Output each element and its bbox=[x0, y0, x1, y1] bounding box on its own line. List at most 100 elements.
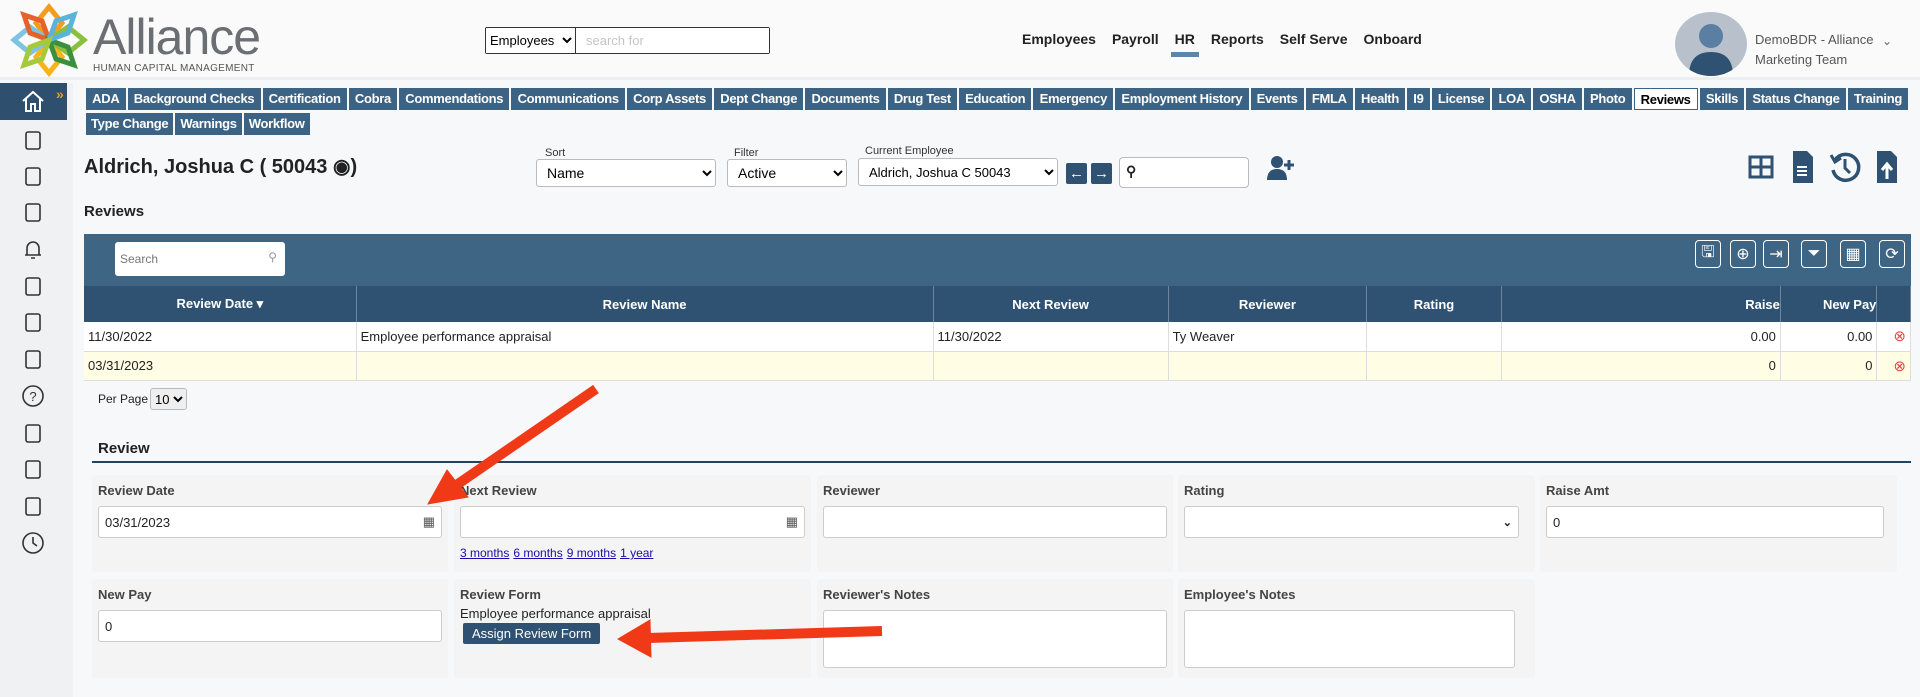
filter-button[interactable]: ⏷ bbox=[1801, 240, 1827, 268]
tab-documents[interactable]: Documents bbox=[805, 88, 886, 110]
employee-search-input[interactable]: ⚲ bbox=[1119, 157, 1249, 188]
nav-employees[interactable]: Employees bbox=[1022, 31, 1096, 53]
delete-row-icon[interactable]: ⊗ bbox=[1876, 351, 1911, 381]
reviewers-notes-textarea[interactable] bbox=[823, 610, 1167, 668]
history-icon[interactable] bbox=[1828, 150, 1862, 184]
headset-icon[interactable] bbox=[20, 420, 46, 446]
quick-link[interactable]: 1 year bbox=[620, 546, 653, 560]
expand-sidebar-icon[interactable]: » bbox=[56, 86, 64, 102]
save-button[interactable]: 🖫 bbox=[1695, 240, 1721, 268]
search-scope-select[interactable]: Employees bbox=[486, 28, 576, 53]
delete-row-icon[interactable]: ⊗ bbox=[1876, 322, 1911, 352]
clock-icon[interactable] bbox=[20, 530, 46, 556]
person-icon[interactable] bbox=[20, 456, 46, 482]
monitor-icon[interactable] bbox=[20, 493, 46, 519]
column-header[interactable]: Review Date ▾ bbox=[84, 286, 357, 322]
tab-employment-history[interactable]: Employment History bbox=[1115, 88, 1249, 110]
tab-i9[interactable]: I9 bbox=[1407, 88, 1430, 110]
refresh-button[interactable]: ⟳ bbox=[1879, 240, 1905, 268]
assign-review-form-button[interactable]: Assign Review Form bbox=[463, 623, 601, 644]
tab-education[interactable]: Education bbox=[959, 88, 1032, 110]
tab-training[interactable]: Training bbox=[1847, 88, 1909, 110]
employees-notes-textarea[interactable] bbox=[1184, 610, 1515, 668]
briefcase-icon[interactable] bbox=[20, 163, 46, 189]
eye-icon[interactable]: ◉ bbox=[333, 156, 350, 178]
column-header[interactable]: Reviewer bbox=[1168, 286, 1368, 322]
analytics-icon[interactable] bbox=[20, 127, 46, 153]
previous-employee-button[interactable]: ← bbox=[1066, 163, 1087, 184]
tab-commendations[interactable]: Commendations bbox=[399, 88, 510, 110]
tab-dept-change[interactable]: Dept Change bbox=[714, 88, 804, 110]
chevron-down-icon[interactable]: ⌄ bbox=[1882, 34, 1892, 48]
column-header[interactable]: New Pay bbox=[1780, 286, 1878, 322]
graduation-cap-icon[interactable] bbox=[20, 309, 46, 335]
tab-osha[interactable]: OSHA bbox=[1533, 88, 1582, 110]
quick-link[interactable]: 3 months bbox=[460, 546, 509, 560]
layout-grid-icon[interactable] bbox=[1748, 154, 1774, 180]
new-pay-input[interactable]: 0 bbox=[98, 610, 442, 642]
tab-loa[interactable]: LOA bbox=[1492, 88, 1532, 110]
tab-type-change[interactable]: Type Change bbox=[86, 113, 174, 135]
user-name[interactable]: DemoBDR - Alliance Marketing Team bbox=[1755, 30, 1874, 70]
nav-payroll[interactable]: Payroll bbox=[1112, 31, 1159, 53]
filter-select[interactable]: Active bbox=[727, 159, 847, 187]
tab-background-checks[interactable]: Background Checks bbox=[127, 88, 261, 110]
nav-onboard[interactable]: Onboard bbox=[1364, 31, 1422, 53]
review-date-input[interactable]: 03/31/2023 ▦ bbox=[98, 506, 442, 538]
columns-button[interactable]: ▦ bbox=[1840, 240, 1866, 268]
tab-workflow[interactable]: Workflow bbox=[243, 113, 310, 135]
per-page-select[interactable]: 10 bbox=[150, 388, 188, 410]
tab-warnings[interactable]: Warnings bbox=[175, 113, 242, 135]
add-employee-icon[interactable] bbox=[1266, 154, 1294, 182]
tab-photo[interactable]: Photo bbox=[1583, 88, 1632, 110]
basket-icon[interactable] bbox=[20, 273, 46, 299]
global-search-input[interactable] bbox=[576, 28, 769, 53]
table-row[interactable]: 11/30/2022 Employee performance appraisal… bbox=[84, 322, 1911, 352]
column-header[interactable] bbox=[1876, 286, 1911, 322]
tab-cobra[interactable]: Cobra bbox=[348, 88, 398, 110]
tab-health[interactable]: Health bbox=[1354, 88, 1406, 110]
building-icon[interactable] bbox=[20, 199, 46, 225]
current-employee-select[interactable]: Aldrich, Joshua C 50043 bbox=[858, 158, 1058, 186]
tab-status-change[interactable]: Status Change bbox=[1746, 88, 1846, 110]
upload-document-icon[interactable] bbox=[1876, 150, 1898, 184]
tab-communications[interactable]: Communications bbox=[511, 88, 625, 110]
table-row[interactable]: 03/31/2023 0 0 ⊗ bbox=[84, 351, 1911, 381]
reviewer-input[interactable] bbox=[823, 506, 1167, 538]
add-button[interactable]: ⊕ bbox=[1730, 240, 1756, 268]
tab-license[interactable]: License bbox=[1431, 88, 1491, 110]
column-header[interactable]: Raise bbox=[1501, 286, 1781, 322]
tab-corp-assets[interactable]: Corp Assets bbox=[626, 88, 713, 110]
tab-fmla[interactable]: FMLA bbox=[1305, 88, 1353, 110]
nav-hr[interactable]: HR bbox=[1170, 31, 1200, 57]
help-icon[interactable]: ? bbox=[20, 383, 46, 409]
sort-select[interactable]: Name bbox=[536, 159, 716, 187]
tab-drug-test[interactable]: Drug Test bbox=[887, 88, 958, 110]
grid-search-input[interactable]: Search ⚲ bbox=[115, 242, 285, 276]
tab-ada[interactable]: ADA bbox=[86, 88, 126, 110]
nav-self-serve[interactable]: Self Serve bbox=[1280, 31, 1348, 53]
tab-skills[interactable]: Skills bbox=[1699, 88, 1745, 110]
column-header[interactable]: Review Name bbox=[356, 286, 934, 322]
next-employee-button[interactable]: → bbox=[1091, 163, 1112, 184]
nav-reports[interactable]: Reports bbox=[1211, 31, 1264, 53]
column-header[interactable]: Next Review bbox=[933, 286, 1169, 322]
tab-emergency[interactable]: Emergency bbox=[1033, 88, 1114, 110]
quick-link[interactable]: 9 months bbox=[567, 546, 616, 560]
document-icon[interactable] bbox=[1792, 150, 1814, 184]
tab-certification[interactable]: Certification bbox=[262, 88, 347, 110]
export-button[interactable]: ⇥ bbox=[1763, 240, 1789, 268]
calendar-icon[interactable]: ▦ bbox=[786, 514, 798, 530]
tab-reviews[interactable]: Reviews bbox=[1633, 88, 1698, 110]
raise-amt-input[interactable]: 0 bbox=[1546, 506, 1884, 538]
home-icon[interactable] bbox=[20, 88, 46, 114]
column-header[interactable]: Rating bbox=[1366, 286, 1502, 322]
quick-link[interactable]: 6 months bbox=[513, 546, 562, 560]
tab-events[interactable]: Events bbox=[1250, 88, 1304, 110]
avatar[interactable] bbox=[1675, 12, 1747, 76]
next-review-input[interactable]: ▦ bbox=[460, 506, 805, 538]
bell-icon[interactable] bbox=[20, 236, 46, 262]
calendar-icon[interactable]: ▦ bbox=[423, 514, 435, 530]
rating-select[interactable]: ⌄ bbox=[1184, 506, 1519, 538]
lightbulb-icon[interactable] bbox=[20, 346, 46, 372]
